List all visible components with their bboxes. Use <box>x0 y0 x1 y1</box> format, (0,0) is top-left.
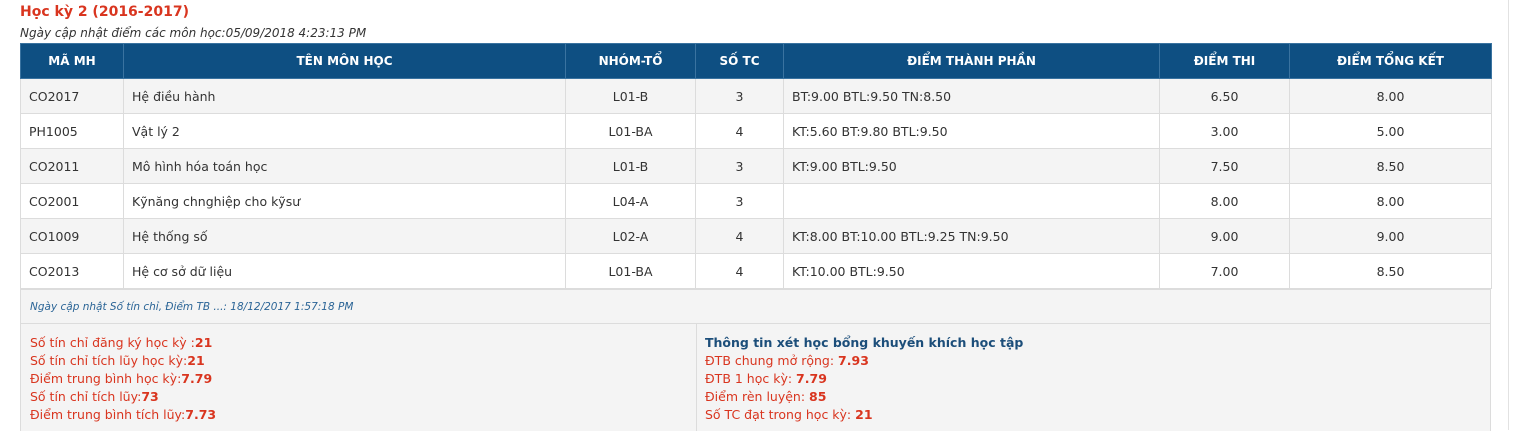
cell-exam: 9.00 <box>1159 218 1290 254</box>
table-row[interactable]: CO1009 Hệ thống số L02-A 4 KT:8.00 BT:10… <box>20 218 1492 254</box>
grades-update-note: Ngày cập nhật điểm các môn học:05/09/201… <box>20 26 367 40</box>
cell-group: L04-A <box>565 183 696 219</box>
cell-name: Hệ điều hành <box>123 78 566 114</box>
scholarship-title: Thông tin xét học bổng khuyến khích học … <box>705 335 1024 350</box>
col-header-credits[interactable]: SỐ TC <box>695 43 784 79</box>
cell-credits: 3 <box>695 148 784 184</box>
cell-exam: 8.00 <box>1159 183 1290 219</box>
cell-components: BT:9.00 BTL:9.50 TN:8.50 <box>783 78 1160 114</box>
scholarship-semester-gpa: ĐTB 1 học kỳ: 7.79 <box>705 371 827 386</box>
cell-credits: 4 <box>695 253 784 289</box>
credits-accumulated-total: Số tín chỉ tích lũy:73 <box>30 389 159 404</box>
cell-credits: 3 <box>695 78 784 114</box>
semester-gpa: Điểm trung bình học kỳ:7.79 <box>30 371 213 386</box>
cell-group: L02-A <box>565 218 696 254</box>
cell-name: Vật lý 2 <box>123 113 566 149</box>
credits-registered: Số tín chỉ đăng ký học kỳ :21 <box>30 335 213 350</box>
semester-title: Học kỳ 2 (2016-2017) <box>20 4 189 20</box>
cell-code: CO2017 <box>20 78 124 114</box>
table-row[interactable]: CO2017 Hệ điều hành L01-B 3 BT:9.00 BTL:… <box>20 78 1492 114</box>
cell-code: CO2013 <box>20 253 124 289</box>
cell-components <box>783 183 1160 219</box>
cell-exam: 3.00 <box>1159 113 1290 149</box>
cell-code: CO1009 <box>20 218 124 254</box>
cell-group: L01-BA <box>565 113 696 149</box>
table-header-row: MÃ MH TÊN MÔN HỌC NHÓM-TỔ SỐ TC ĐIỂM THÀ… <box>20 43 1492 79</box>
cell-exam: 6.50 <box>1159 78 1290 114</box>
cell-name: Hệ thống số <box>123 218 566 254</box>
cell-final: 8.00 <box>1289 183 1492 219</box>
cell-components: KT:8.00 BT:10.00 BTL:9.25 TN:9.50 <box>783 218 1160 254</box>
cell-credits: 4 <box>695 113 784 149</box>
cell-components: KT:9.00 BTL:9.50 <box>783 148 1160 184</box>
credits-summary: Số tín chỉ đăng ký học kỳ :21 Số tín chỉ… <box>30 334 216 424</box>
cell-credits: 3 <box>695 183 784 219</box>
cell-exam: 7.50 <box>1159 148 1290 184</box>
table-row[interactable]: CO2013 Hệ cơ sở dữ liệu L01-BA 4 KT:10.0… <box>20 253 1492 289</box>
cell-credits: 4 <box>695 218 784 254</box>
scholarship-summary: Thông tin xét học bổng khuyến khích học … <box>705 334 1023 424</box>
col-header-final[interactable]: ĐIỂM TỔNG KẾT <box>1289 43 1492 79</box>
cell-final: 8.00 <box>1289 78 1492 114</box>
cell-code: CO2001 <box>20 183 124 219</box>
cell-final: 8.50 <box>1289 148 1492 184</box>
cell-final: 9.00 <box>1289 218 1492 254</box>
scholarship-credits-passed: Số TC đạt trong học kỳ: 21 <box>705 407 873 422</box>
cell-group: L01-BA <box>565 253 696 289</box>
table-row[interactable]: CO2011 Mô hình hóa toán học L01-B 3 KT:9… <box>20 148 1492 184</box>
cell-components: KT:10.00 BTL:9.50 <box>783 253 1160 289</box>
credits-accumulated-semester: Số tín chỉ tích lũy học kỳ:21 <box>30 353 205 368</box>
cell-code: CO2011 <box>20 148 124 184</box>
cell-code: PH1005 <box>20 113 124 149</box>
cell-final: 8.50 <box>1289 253 1492 289</box>
cell-exam: 7.00 <box>1159 253 1290 289</box>
grades-table: MÃ MH TÊN MÔN HỌC NHÓM-TỔ SỐ TC ĐIỂM THÀ… <box>20 43 1492 289</box>
semester-summary: Ngày cập nhật Số tín chỉ, Điểm TB ...: 1… <box>20 289 1491 431</box>
col-header-group[interactable]: NHÓM-TỔ <box>565 43 696 79</box>
cell-final: 5.00 <box>1289 113 1492 149</box>
scholarship-extended-gpa: ĐTB chung mở rộng: 7.93 <box>705 353 869 368</box>
col-header-exam[interactable]: ĐIỂM THI <box>1159 43 1290 79</box>
col-header-components[interactable]: ĐIỂM THÀNH PHẦN <box>783 43 1160 79</box>
cell-name: Hệ cơ sở dữ liệu <box>123 253 566 289</box>
summary-divider <box>21 323 1490 324</box>
summary-column-divider <box>696 324 697 431</box>
table-row[interactable]: CO2001 Kỹnăng chnghiệp cho kỹsư L04-A 3 … <box>20 183 1492 219</box>
cell-group: L01-B <box>565 148 696 184</box>
scholarship-conduct-score: Điểm rèn luyện: 85 <box>705 389 827 404</box>
col-header-code[interactable]: MÃ MH <box>20 43 124 79</box>
cumulative-gpa: Điểm trung bình tích lũy:7.73 <box>30 407 217 422</box>
cell-name: Mô hình hóa toán học <box>123 148 566 184</box>
cell-components: KT:5.60 BT:9.80 BTL:9.50 <box>783 113 1160 149</box>
cell-name: Kỹnăng chnghiệp cho kỹsư <box>123 183 566 219</box>
summary-update-note: Ngày cập nhật Số tín chỉ, Điểm TB ...: 1… <box>30 301 354 313</box>
col-header-name[interactable]: TÊN MÔN HỌC <box>123 43 566 79</box>
page-right-border <box>1508 0 1509 430</box>
table-row[interactable]: PH1005 Vật lý 2 L01-BA 4 KT:5.60 BT:9.80… <box>20 113 1492 149</box>
cell-group: L01-B <box>565 78 696 114</box>
